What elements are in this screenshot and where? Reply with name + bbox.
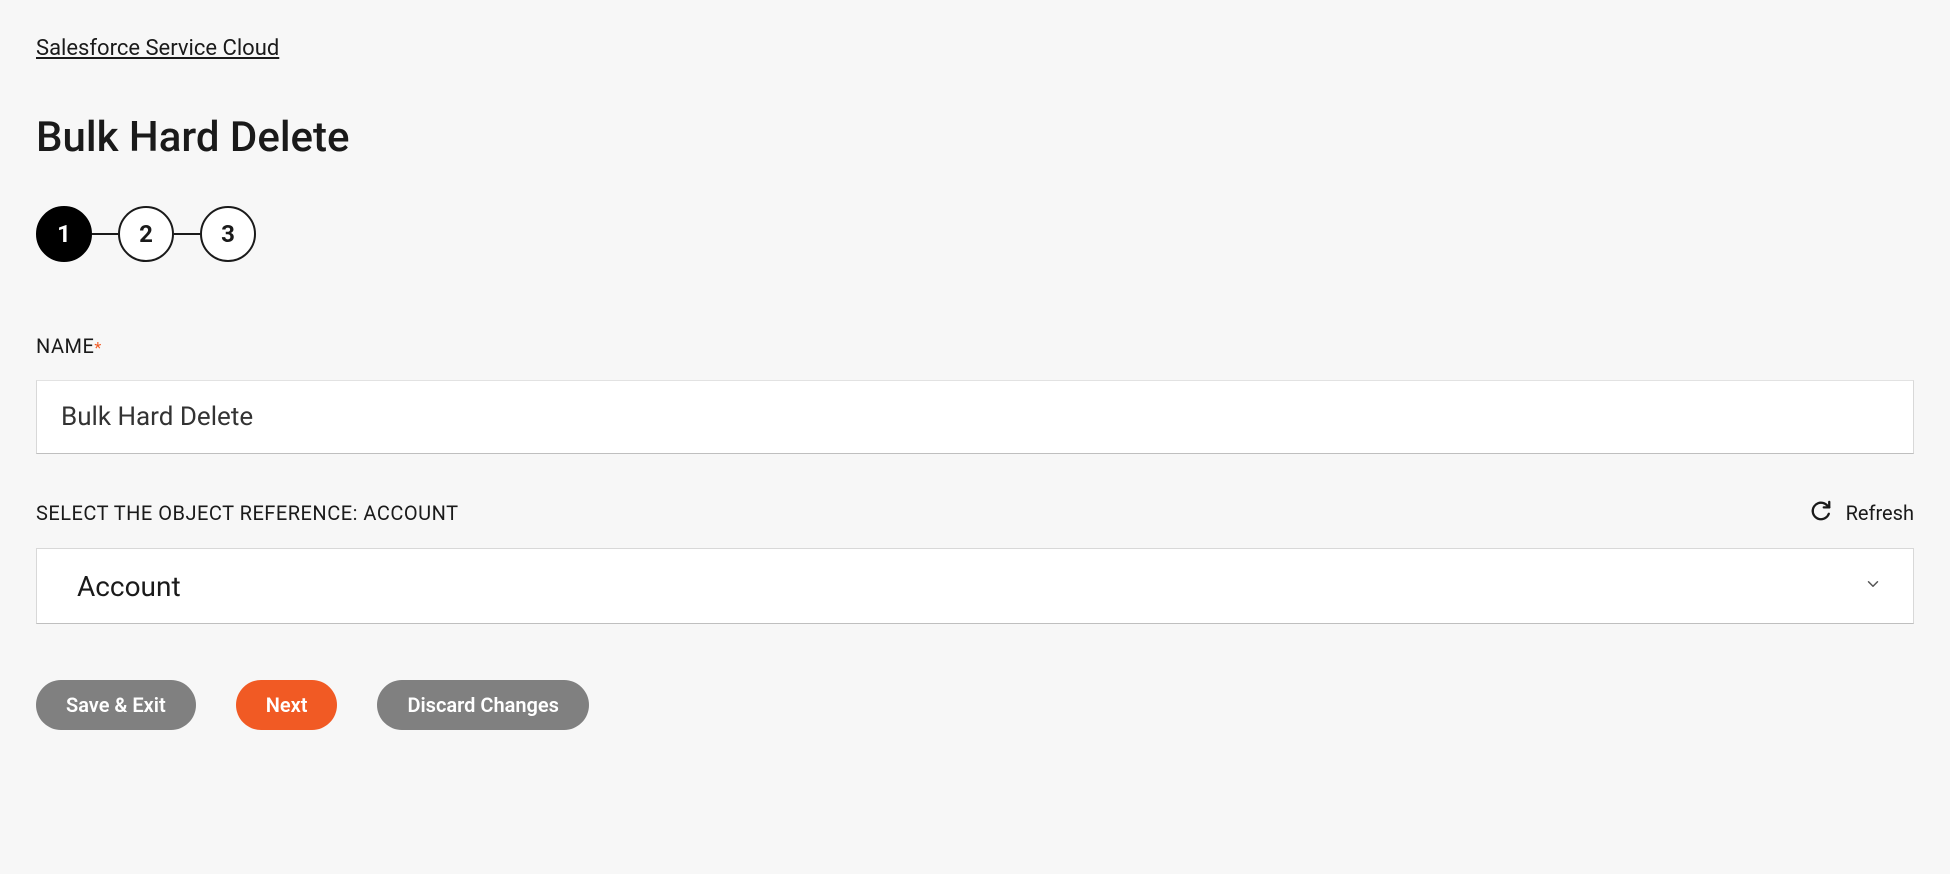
step-1[interactable]: 1 (36, 206, 92, 262)
step-3[interactable]: 3 (200, 206, 256, 262)
step-indicator: 1 2 3 (36, 206, 1914, 262)
next-button[interactable]: Next (236, 680, 338, 730)
name-input[interactable] (36, 380, 1914, 454)
step-connector (174, 233, 200, 235)
object-ref-select[interactable]: Account (36, 548, 1914, 624)
action-buttons: Save & Exit Next Discard Changes (36, 680, 1914, 730)
refresh-icon (1810, 500, 1832, 526)
name-field-group: NAME* (36, 334, 1914, 454)
object-ref-field-group: SELECT THE OBJECT REFERENCE: ACCOUNT Ref… (36, 500, 1914, 624)
save-exit-button[interactable]: Save & Exit (36, 680, 196, 730)
name-label: NAME (36, 334, 94, 358)
required-indicator: * (94, 338, 101, 357)
step-connector (92, 233, 118, 235)
refresh-label: Refresh (1846, 501, 1914, 525)
step-2[interactable]: 2 (118, 206, 174, 262)
refresh-button[interactable]: Refresh (1810, 500, 1914, 526)
object-ref-label: SELECT THE OBJECT REFERENCE: ACCOUNT (36, 501, 459, 525)
object-ref-selected-value: Account (77, 570, 181, 603)
page-title: Bulk Hard Delete (36, 113, 1914, 162)
discard-changes-button[interactable]: Discard Changes (377, 680, 589, 730)
breadcrumb-link[interactable]: Salesforce Service Cloud (36, 36, 279, 61)
